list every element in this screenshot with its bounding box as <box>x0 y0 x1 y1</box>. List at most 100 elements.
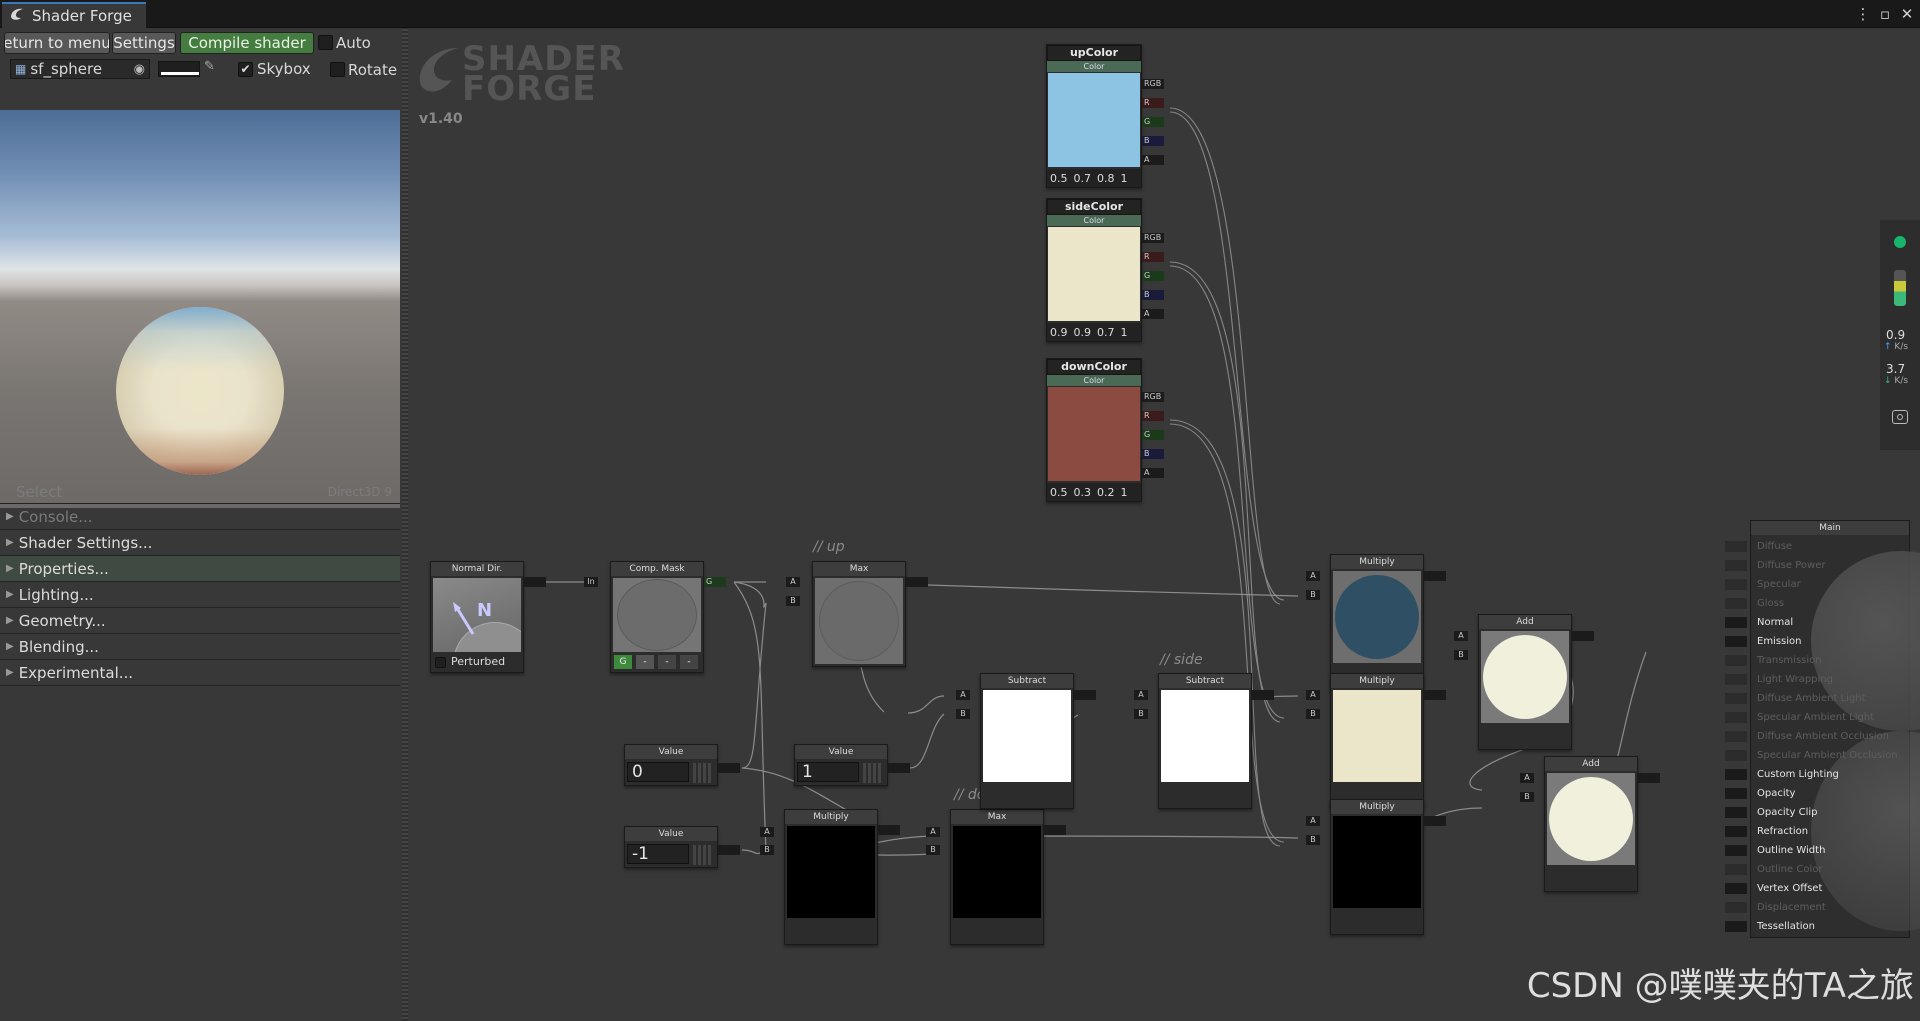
port-b[interactable]: B <box>760 845 774 855</box>
target-icon[interactable]: ◉ <box>134 62 145 77</box>
menu-blending[interactable]: ▶ Blending... <box>0 634 400 660</box>
main-input-row[interactable]: Diffuse Ambient Occlusion <box>1751 727 1911 746</box>
main-input-port[interactable] <box>1725 845 1747 856</box>
node-multiply-2[interactable]: Multiply <box>1330 673 1424 809</box>
port-b[interactable]: B <box>926 845 940 855</box>
main-input-row[interactable]: Emission <box>1751 632 1911 651</box>
port-a[interactable]: A <box>760 827 774 837</box>
node-comp-mask[interactable]: Comp. Mask G - - - <box>610 561 704 673</box>
main-input-port[interactable] <box>1725 598 1747 609</box>
return-to-menu-button[interactable]: eturn to menu <box>4 32 110 54</box>
grid-icon[interactable] <box>693 845 713 865</box>
port-a[interactable]: A <box>786 577 800 587</box>
node-main[interactable]: Main Diffuse Diffuse Power Specular Gloss No… <box>1725 520 1920 938</box>
color-swatch[interactable] <box>158 61 200 77</box>
node-max-up[interactable]: Max <box>812 561 906 667</box>
channel-selectors[interactable]: G - - - <box>614 655 698 669</box>
camera-icon[interactable] <box>1892 410 1908 424</box>
node-subtract-2[interactable]: Subtract <box>1158 673 1252 809</box>
color-preview[interactable] <box>1048 73 1140 167</box>
node-value-1[interactable]: Value 1 <box>794 744 888 786</box>
node-multiply-down[interactable]: Multiply <box>784 809 878 945</box>
main-input-port[interactable] <box>1725 674 1747 685</box>
port-out[interactable] <box>1424 816 1446 826</box>
main-input-port[interactable] <box>1725 693 1747 704</box>
value-field[interactable]: 0 <box>627 762 689 782</box>
port-b[interactable]: B <box>786 596 800 606</box>
port-g[interactable]: G <box>704 577 726 587</box>
menu-console[interactable]: ▶ Console... <box>0 504 400 530</box>
node-value-0[interactable]: Value 0 <box>624 744 718 786</box>
port-out[interactable] <box>878 825 900 835</box>
main-input-port[interactable] <box>1725 636 1747 647</box>
rotate-checkbox[interactable] <box>330 62 345 77</box>
main-input-row[interactable]: Specular <box>1751 575 1911 594</box>
node-upcolor[interactable]: upColor Color 0.5 0.7 0.8 1 <box>1046 44 1142 188</box>
port-out[interactable] <box>1044 825 1066 835</box>
main-input-port[interactable] <box>1725 655 1747 666</box>
port-out[interactable] <box>1252 690 1274 700</box>
grid-icon[interactable] <box>693 763 713 783</box>
port-a[interactable]: A <box>1306 690 1320 700</box>
port-out[interactable] <box>888 763 910 773</box>
channel-3[interactable]: - <box>658 655 676 669</box>
menu-properties[interactable]: ▶ Properties... <box>0 556 400 582</box>
eyedropper-icon[interactable]: ✎ <box>204 59 215 74</box>
main-input-row[interactable]: Specular Ambient Light <box>1751 708 1911 727</box>
node-value-neg1[interactable]: Value -1 <box>624 826 718 868</box>
port-a[interactable]: A <box>926 827 940 837</box>
mesh-selector[interactable]: ▦ sf_sphere ◉ <box>10 59 150 79</box>
port-out[interactable] <box>1638 773 1660 783</box>
port-out[interactable] <box>1424 690 1446 700</box>
node-canvas[interactable]: SHADER FORGE v1.40 upColor Color 0.5 0.7 0… <box>408 28 1920 1021</box>
main-input-port[interactable] <box>1725 902 1747 913</box>
main-input-port[interactable] <box>1725 883 1747 894</box>
main-input-port[interactable] <box>1725 807 1747 818</box>
port-r[interactable]: R <box>1142 252 1164 262</box>
main-input-row[interactable]: Custom Lighting <box>1751 765 1911 784</box>
port-out[interactable] <box>1572 631 1594 641</box>
main-input-row[interactable]: Tessellation <box>1751 917 1911 936</box>
port-a[interactable]: A <box>1142 309 1164 319</box>
port-b[interactable]: B <box>1134 709 1148 719</box>
port-b[interactable]: B <box>1306 590 1320 600</box>
color-preview[interactable] <box>1048 387 1140 481</box>
port-rgb[interactable]: RGB <box>1142 79 1164 89</box>
maximize-icon[interactable]: ▫ <box>1874 3 1896 25</box>
port-a[interactable]: A <box>1454 631 1468 641</box>
main-input-port[interactable] <box>1725 579 1747 590</box>
node-add-1[interactable]: Add <box>1478 614 1572 750</box>
channel-4[interactable]: - <box>680 655 698 669</box>
node-subtract-1[interactable]: Subtract <box>980 673 1074 809</box>
main-input-port[interactable] <box>1725 788 1747 799</box>
port-out[interactable] <box>524 577 546 587</box>
port-in[interactable]: In <box>584 577 598 587</box>
port-rgb[interactable]: RGB <box>1142 233 1164 243</box>
main-input-port[interactable] <box>1725 712 1747 723</box>
port-out[interactable] <box>906 577 928 587</box>
main-input-row[interactable]: Opacity Clip <box>1751 803 1911 822</box>
main-input-row[interactable]: Refraction <box>1751 822 1911 841</box>
port-r[interactable]: R <box>1142 98 1164 108</box>
node-normal-dir[interactable]: Normal Dir. N Perturbed <box>430 561 524 673</box>
main-input-port[interactable] <box>1725 921 1747 932</box>
port-b[interactable]: B <box>1454 650 1468 660</box>
value-field[interactable]: 1 <box>797 762 859 782</box>
node-multiply-1[interactable]: Multiply <box>1330 554 1424 690</box>
node-downcolor[interactable]: downColor Color 0.5 0.3 0.2 1 <box>1046 358 1142 502</box>
port-a[interactable]: A <box>1306 571 1320 581</box>
port-b[interactable]: B <box>1520 792 1534 802</box>
skybox-checkbox[interactable]: ✔ <box>238 62 253 77</box>
main-input-port[interactable] <box>1725 560 1747 571</box>
port-a[interactable]: A <box>1142 155 1164 165</box>
main-input-row[interactable]: Specular Ambient Occlusion <box>1751 746 1911 765</box>
main-input-row[interactable]: Diffuse <box>1751 537 1911 556</box>
port-rgb[interactable]: RGB <box>1142 392 1164 402</box>
channel-g[interactable]: G <box>614 655 632 669</box>
node-sidecolor[interactable]: sideColor Color 0.9 0.9 0.7 1 <box>1046 198 1142 342</box>
perturbed-checkbox[interactable] <box>435 657 446 668</box>
port-a[interactable]: A <box>1142 468 1164 478</box>
shader-preview-viewport[interactable] <box>0 110 400 508</box>
port-a[interactable]: A <box>1134 690 1148 700</box>
port-g[interactable]: G <box>1142 117 1164 127</box>
